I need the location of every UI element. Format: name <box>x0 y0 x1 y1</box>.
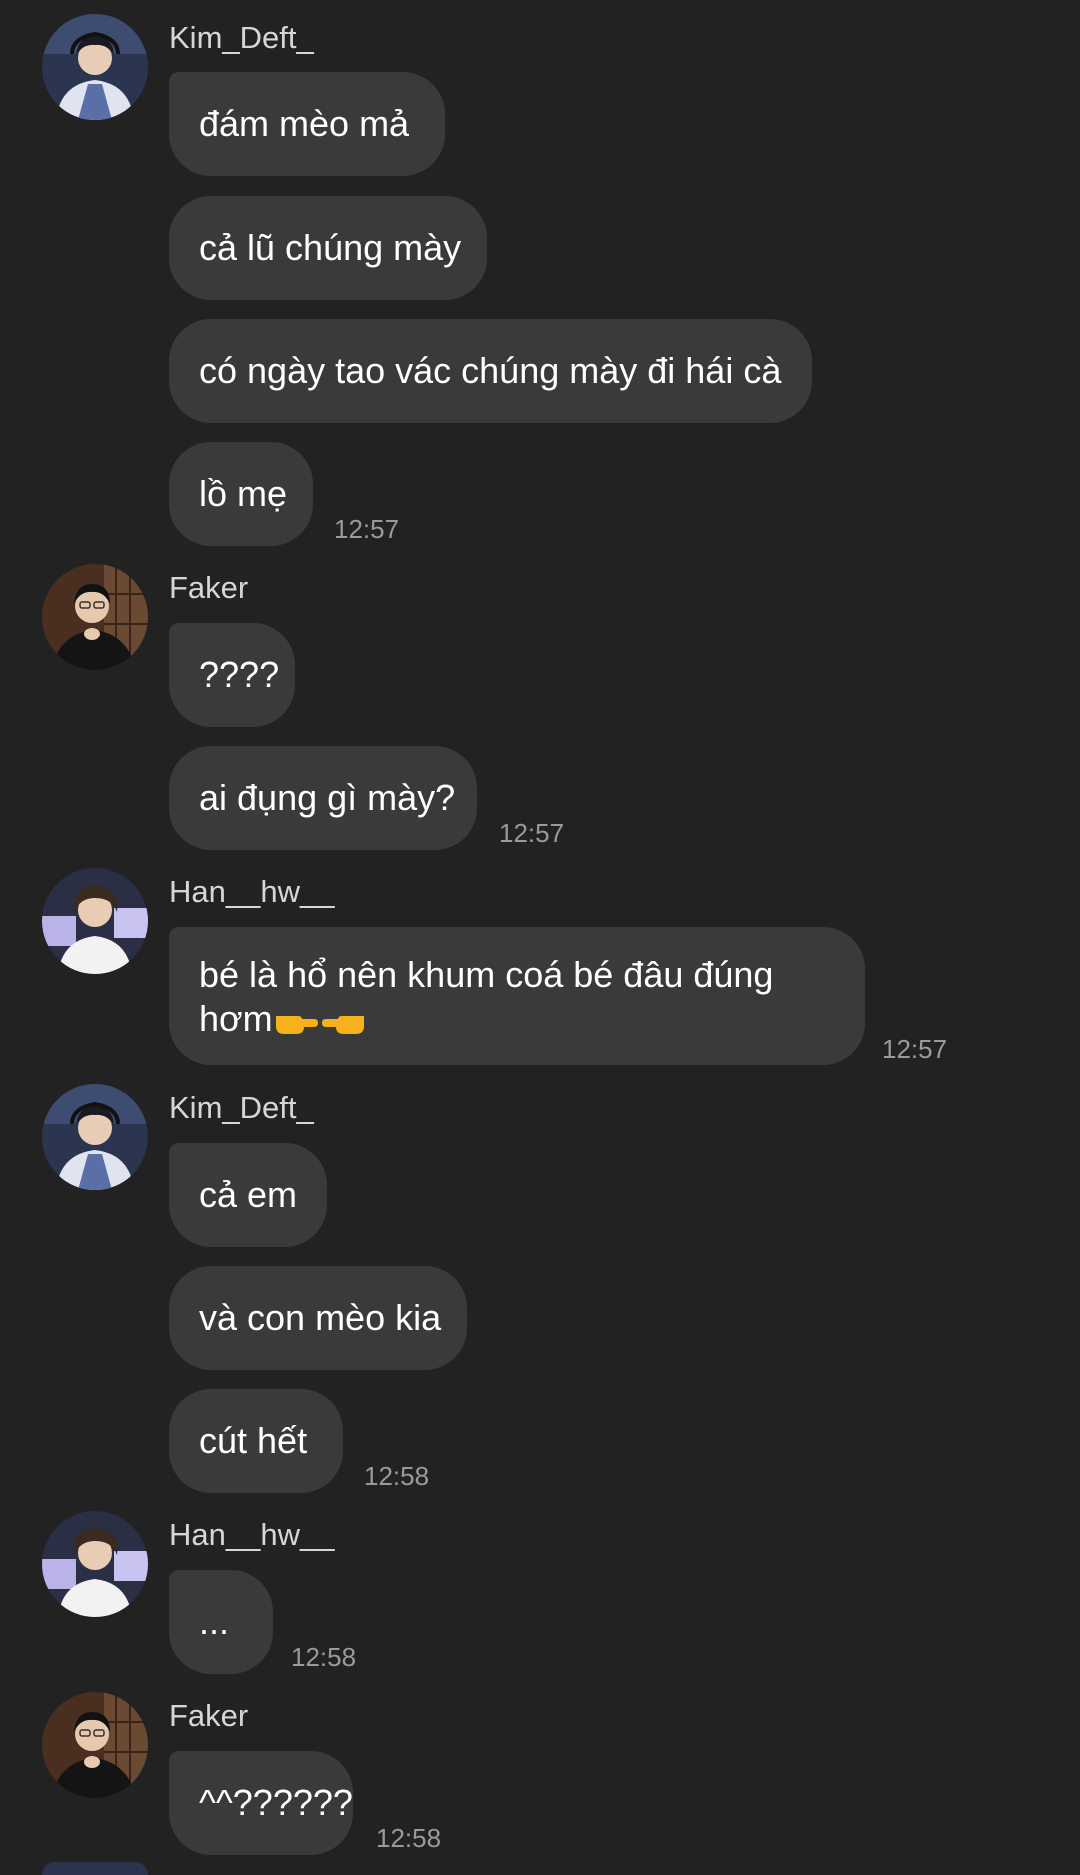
message-time: 12:58 <box>291 1642 357 1672</box>
avatar-han-hw[interactable] <box>42 868 148 974</box>
avatar-faker-image <box>42 564 148 670</box>
avatar-faker-image <box>42 1692 148 1798</box>
message-text: ai đụng gì mày? <box>199 777 456 818</box>
message-time: 12:58 <box>376 1823 442 1853</box>
message-text: ???? <box>199 654 280 695</box>
message-bubble[interactable]: ai đụng gì mày? <box>169 746 477 850</box>
sender-name: Han__hw__ <box>169 1517 335 1552</box>
avatar-han-image <box>42 1511 148 1617</box>
sender-name: Kim_Deft_ <box>169 20 314 55</box>
avatar-kim-deft[interactable] <box>42 1084 148 1190</box>
message-bubble[interactable]: lồ mẹ <box>169 442 313 546</box>
avatar-kim-image <box>42 14 148 120</box>
avatar-han-hw[interactable] <box>42 1511 148 1617</box>
avatar-partial <box>42 1862 148 1875</box>
message-text: ^^?????? <box>199 1782 353 1823</box>
message-bubble[interactable]: và con mèo kia <box>169 1266 467 1370</box>
message-time: 12:57 <box>499 818 565 848</box>
message-text: cả lũ chúng mày <box>199 227 462 268</box>
sender-name: Faker <box>169 1698 249 1733</box>
avatar-faker[interactable] <box>42 1692 148 1798</box>
pointing-fingers-icon <box>276 1016 364 1034</box>
avatar-han-image <box>42 868 148 974</box>
avatar-faker[interactable] <box>42 564 148 670</box>
message-time: 12:57 <box>882 1034 948 1064</box>
message-text: cút hết <box>199 1420 308 1461</box>
avatar-partial-image <box>42 1862 148 1875</box>
message-text: và con mèo kia <box>199 1297 442 1338</box>
message-bubble[interactable]: bé là hổ nên khum coá bé đâu đúng hơm👉👈 <box>169 927 865 1065</box>
message-text: cả em <box>199 1174 298 1215</box>
message-bubble[interactable]: có ngày tao vác chúng mày đi hái cà <box>169 319 812 423</box>
message-time: 12:58 <box>364 1461 430 1491</box>
message-bubble[interactable]: ^^?????? <box>169 1751 353 1855</box>
message-bubble[interactable]: cả lũ chúng mày <box>169 196 487 300</box>
message-text: ... <box>199 1601 230 1642</box>
message-bubble[interactable]: cút hết <box>169 1389 343 1493</box>
sender-name: Han__hw__ <box>169 874 335 909</box>
message-time: 12:57 <box>334 514 400 544</box>
message-text: có ngày tao vác chúng mày đi hái cà <box>199 350 782 391</box>
message-text: lồ mẹ <box>199 473 288 514</box>
sender-name: Faker <box>169 570 249 605</box>
message-bubble[interactable]: cả em <box>169 1143 327 1247</box>
message-text: đám mèo mả <box>199 103 410 144</box>
sender-name: Kim_Deft_ <box>169 1090 314 1125</box>
message-bubble[interactable]: đám mèo mả <box>169 72 445 176</box>
message-bubble[interactable]: ... <box>169 1570 273 1674</box>
message-bubble[interactable]: ???? <box>169 623 295 727</box>
avatar-kim-image <box>42 1084 148 1190</box>
avatar-kim-deft[interactable] <box>42 14 148 120</box>
chat-thread[interactable]: Kim_Deft_ đám mèo mả cả lũ chúng mày có … <box>0 0 1080 1875</box>
